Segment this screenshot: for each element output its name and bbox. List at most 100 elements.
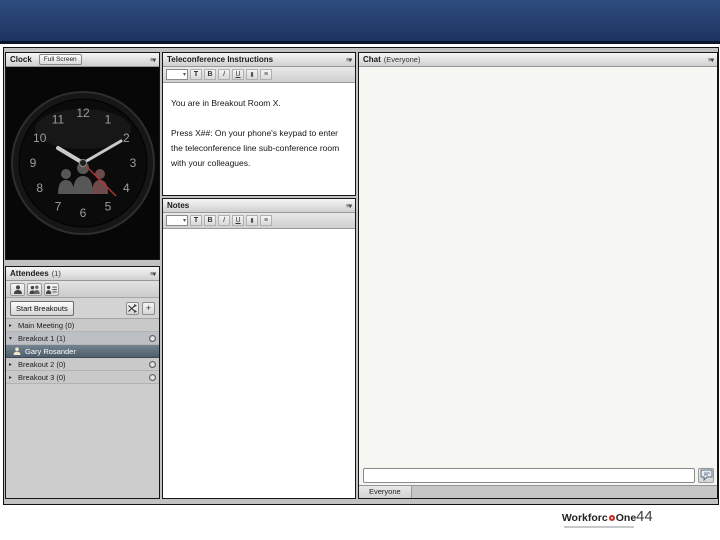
room-options-icon[interactable]: [149, 373, 156, 381]
bold-button[interactable]: B: [204, 215, 216, 226]
clock-number: 8: [36, 181, 43, 195]
room-options-icon[interactable]: [149, 360, 156, 368]
shuffle-icon: [128, 303, 137, 313]
row-label: Breakout 3 (0): [18, 372, 66, 382]
attendee-row[interactable]: Gary Rosander: [6, 345, 159, 358]
chevron-down-icon[interactable]: ▾: [9, 335, 17, 342]
logo-text-right: One: [615, 512, 637, 524]
logo-text: Workforc One: [556, 512, 642, 524]
clock-face: 12 1234567891011: [10, 91, 155, 235]
bold-button[interactable]: B: [204, 69, 216, 80]
chat-message-input[interactable]: [363, 467, 695, 483]
meeting-app-window: Clock Full Screen ≡▾ 12 1 2 3 4 5 6 7 8 9 10 11: [3, 47, 719, 505]
bullet-list-button[interactable]: ≡: [260, 215, 272, 226]
rotate-breakouts-button[interactable]: [126, 301, 139, 315]
chat-pod: Chat (Everyone) ≡▾ Everyone: [358, 52, 718, 499]
row-label: Main Meeting (0): [18, 320, 75, 330]
clock-display: 12 1 2 3 4 5 6 7 8 9 10 11: [6, 67, 159, 259]
person-list-icon: [46, 285, 57, 294]
clock-center-cap: [78, 159, 87, 167]
chat-message-area: [359, 67, 717, 466]
clock-pod-title: Clock: [10, 55, 32, 64]
italic-button[interactable]: I: [218, 69, 230, 80]
chat-tab-bar: Everyone: [359, 485, 717, 498]
chevron-right-icon[interactable]: ▸: [9, 374, 17, 381]
send-message-button[interactable]: [698, 467, 714, 483]
pod-menu-icon[interactable]: ≡▾: [150, 56, 156, 64]
notes-pod-title: Notes: [167, 201, 190, 210]
add-breakout-button[interactable]: +: [142, 301, 155, 315]
clock-number: 10: [33, 131, 47, 145]
person-icon: [13, 284, 22, 294]
clock-number: 12: [76, 106, 90, 120]
room-options-icon[interactable]: [149, 334, 156, 342]
pod-menu-icon[interactable]: ≡▾: [346, 56, 352, 64]
speech-bubble-icon: [700, 469, 712, 481]
breakout-room-row[interactable]: ▸ Breakout 3 (0): [6, 371, 159, 384]
start-breakouts-button[interactable]: Start Breakouts: [10, 300, 74, 316]
logo-tagline: [564, 526, 634, 528]
breakout-room-row[interactable]: ▾ Breakout 1 (1): [6, 332, 159, 345]
tele-format-toolbar: ▾ T B I U ▮ ≡: [163, 67, 355, 83]
clock-number: 4: [122, 181, 129, 195]
logo-target-icon: [608, 515, 615, 521]
text-color-button[interactable]: T: [190, 69, 202, 80]
breakout-room-list: ▸ Main Meeting (0) ▾ Breakout 1 (1) Gary Ros…: [6, 319, 159, 384]
chevron-right-icon[interactable]: ▸: [9, 322, 17, 329]
pod-menu-icon[interactable]: ≡▾: [150, 270, 156, 278]
teleconference-instructions-pod: Teleconference Instructions ≡▾ ▾ T B I U ▮ ≡ Y…: [162, 52, 356, 196]
chat-pod-title: Chat: [363, 55, 381, 64]
attendee-list-view-button[interactable]: [10, 282, 25, 296]
text-color-button[interactable]: T: [190, 215, 202, 226]
chat-pod-titlebar[interactable]: Chat (Everyone) ≡▾: [359, 53, 717, 67]
underline-button[interactable]: U: [232, 69, 244, 80]
breakout-room-row[interactable]: ▸ Breakout 2 (0): [6, 358, 159, 371]
logo-text-left: Workforc: [561, 512, 608, 524]
person-icon: [13, 347, 21, 355]
breakout-room-view-button[interactable]: [44, 282, 59, 296]
clock-number: 3: [129, 156, 136, 170]
clock-number: 2: [122, 131, 129, 145]
teleconference-text: You are in Breakout Room X. Press X##: O…: [163, 84, 355, 195]
slide-page-number: 44: [636, 508, 653, 525]
chevron-down-icon: ▾: [182, 72, 186, 78]
tab-everyone[interactable]: Everyone: [359, 486, 412, 498]
clock-number: 1: [104, 113, 111, 127]
bullet-list-button[interactable]: ≡: [260, 69, 272, 80]
full-screen-button[interactable]: Full Screen: [38, 54, 82, 65]
clock-number: 9: [29, 156, 36, 170]
notes-pod: Notes ≡▾ ▾ T B I U ▮ ≡: [162, 198, 356, 499]
font-size-dropdown[interactable]: ▾: [166, 215, 188, 226]
pod-menu-icon[interactable]: ≡▾: [346, 202, 352, 210]
slide-title-banner: [0, 0, 720, 44]
teleconference-pod-titlebar[interactable]: Teleconference Instructions ≡▾: [163, 53, 355, 67]
notes-pod-titlebar[interactable]: Notes ≡▾: [163, 199, 355, 213]
italic-button[interactable]: I: [218, 215, 230, 226]
breakout-actions: Start Breakouts +: [6, 298, 159, 319]
workforceone-logo: Workforc One: [556, 512, 642, 528]
teleconference-paragraph: Press X##: On your phone's keypad to ent…: [171, 128, 340, 168]
clock-pod: Clock Full Screen ≡▾ 12 1 2 3 4 5 6 7 8 9 10 11: [5, 52, 160, 260]
two-people-icon: [29, 285, 40, 294]
attendee-status-view-button[interactable]: [27, 282, 42, 296]
notes-text-area[interactable]: [163, 230, 355, 498]
breakout-room-row[interactable]: ▸ Main Meeting (0): [6, 319, 159, 332]
chevron-down-icon: ▾: [182, 218, 186, 224]
attendees-pod-title: Attendees: [10, 269, 49, 278]
clock-number: 7: [54, 199, 61, 213]
attendees-pod-titlebar[interactable]: Attendees (1) ≡▾: [6, 267, 159, 281]
row-label: Breakout 1 (1): [18, 333, 66, 343]
chevron-right-icon[interactable]: ▸: [9, 361, 17, 368]
attendees-count: (1): [51, 269, 61, 278]
underline-button[interactable]: U: [232, 215, 244, 226]
clock-number: 6: [79, 206, 86, 220]
row-label: Breakout 2 (0): [18, 359, 66, 369]
clock-number: 11: [51, 113, 64, 127]
clock-pod-titlebar[interactable]: Clock Full Screen ≡▾: [6, 53, 159, 67]
font-size-dropdown[interactable]: ▾: [166, 69, 188, 80]
chat-input-row: [363, 467, 714, 483]
teleconference-paragraph: You are in Breakout Room X.: [171, 98, 281, 108]
pod-menu-icon[interactable]: ≡▾: [708, 56, 714, 64]
highlight-button[interactable]: ▮: [246, 215, 258, 226]
highlight-button[interactable]: ▮: [246, 69, 258, 80]
